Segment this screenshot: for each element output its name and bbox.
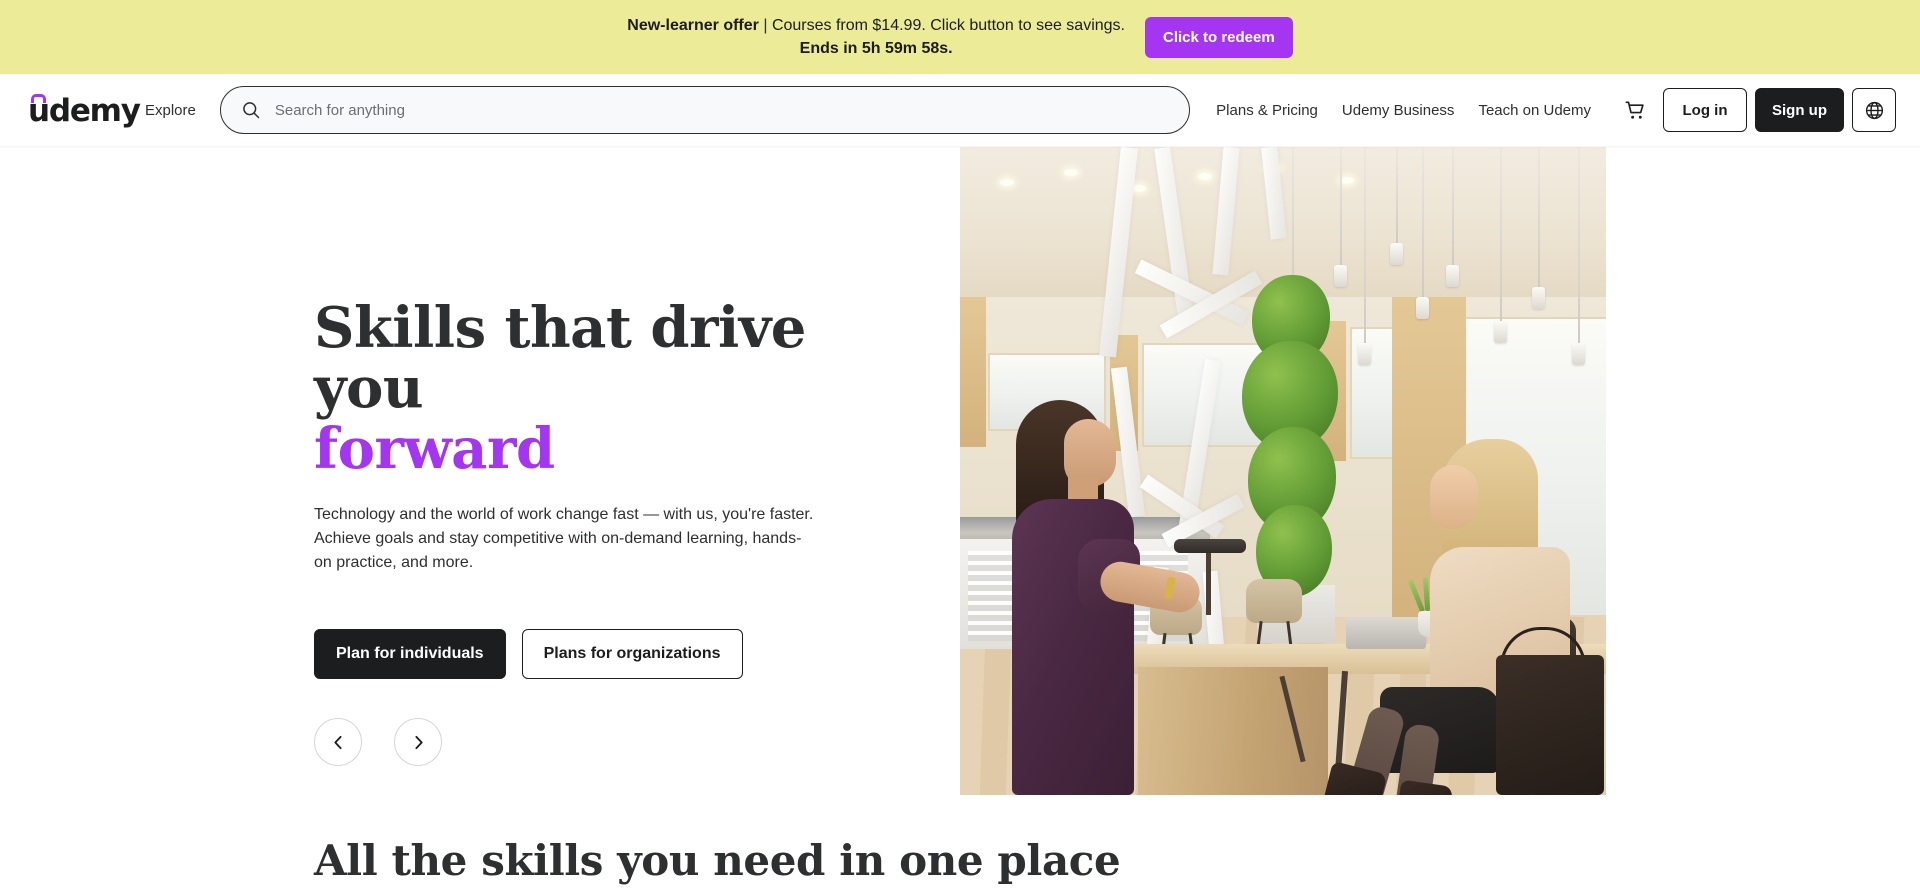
background-stool: [1246, 579, 1302, 623]
click-to-redeem-button[interactable]: Click to redeem: [1145, 16, 1293, 58]
section-heading-all-skills: All the skills you need in one place: [314, 836, 1121, 885]
nav-link-plans-pricing[interactable]: Plans & Pricing: [1204, 92, 1330, 129]
hero-copy: Skills that drive you forward Technology…: [314, 295, 834, 680]
hero-subtitle: Technology and the world of work change …: [314, 506, 814, 572]
wood-panel: [960, 297, 986, 447]
pendant-lamp: [1572, 343, 1585, 365]
handbag: [1496, 655, 1604, 795]
hero-title: Skills that drive you forward: [314, 295, 834, 482]
plan-for-individuals-button[interactable]: Plan for individuals: [314, 629, 506, 680]
promo-detail: Courses from $14.99. Click button to see…: [771, 16, 1125, 34]
pendant-cord: [1578, 147, 1580, 343]
search-bar[interactable]: [219, 86, 1191, 134]
chevron-left-icon[interactable]: [314, 718, 362, 766]
pendant-lamp: [1334, 265, 1347, 287]
ceiling-light: [1000, 179, 1014, 186]
ceiling-light: [1132, 185, 1146, 192]
shopping-cart-icon[interactable]: [1615, 90, 1655, 130]
plans-for-organizations-button[interactable]: Plans for organizations: [521, 629, 743, 680]
high-table-panel: [1138, 667, 1328, 795]
pendant-lamp: [1358, 343, 1371, 365]
search-icon: [241, 100, 261, 120]
cafe-table-top: [1174, 539, 1246, 553]
person-right-face: [1430, 465, 1478, 529]
nav-link-teach-on-udemy[interactable]: Teach on Udemy: [1466, 92, 1603, 129]
promo-separator: |: [763, 16, 768, 34]
promo-banner: New-learner offer | Courses from $14.99.…: [0, 0, 1920, 74]
hero-image-scene: [960, 147, 1606, 795]
search-input[interactable]: [274, 87, 1174, 133]
pendant-cord: [1340, 147, 1342, 265]
pendant-lamp: [1532, 287, 1545, 309]
pendant-cord: [1452, 147, 1454, 265]
ceiling-light: [1340, 177, 1354, 184]
ceiling-light: [1198, 173, 1212, 180]
pendant-cord: [1500, 147, 1502, 321]
hero-cta-group: Plan for individuals Plans for organizat…: [314, 629, 834, 680]
promo-message: New-learner offer | Courses from $14.99.…: [627, 14, 1125, 60]
hero-title-line1: Skills that drive you: [314, 295, 806, 422]
site-header: udemy Explore Plans & Pricing Udemy Busi…: [0, 74, 1920, 146]
hero-carousel-nav: [314, 718, 442, 766]
pendant-lamp: [1494, 321, 1507, 343]
pendant-cord: [1396, 147, 1398, 243]
hero-title-line2: forward: [314, 415, 555, 482]
header-nav-links: Plans & Pricing Udemy Business Teach on …: [1204, 92, 1603, 129]
explore-menu-button[interactable]: Explore: [133, 92, 208, 129]
promo-countdown: Ends in 5h 59m 58s.: [799, 40, 953, 57]
log-in-button[interactable]: Log in: [1663, 88, 1747, 132]
pendant-lamp: [1416, 297, 1429, 319]
promo-offer-label: New-learner offer: [627, 16, 759, 34]
ceiling-light: [1064, 169, 1078, 176]
pendant-lamp: [1446, 265, 1459, 287]
chevron-right-icon[interactable]: [394, 718, 442, 766]
udemy-logo[interactable]: udemy: [28, 93, 141, 127]
pendant-lamp: [1390, 243, 1403, 265]
cafe-table-leg: [1206, 553, 1211, 615]
pendant-cord: [1364, 147, 1366, 343]
logo-accent-arc: [31, 94, 46, 103]
hero-image: [960, 147, 1606, 795]
pendant-cord: [1422, 147, 1424, 297]
globe-icon[interactable]: [1852, 88, 1896, 132]
sign-up-button[interactable]: Sign up: [1755, 88, 1844, 132]
pendant-cord: [1538, 147, 1540, 287]
nav-link-udemy-business[interactable]: Udemy Business: [1330, 92, 1467, 129]
hero-section: Skills that drive you forward Technology…: [0, 146, 1920, 826]
